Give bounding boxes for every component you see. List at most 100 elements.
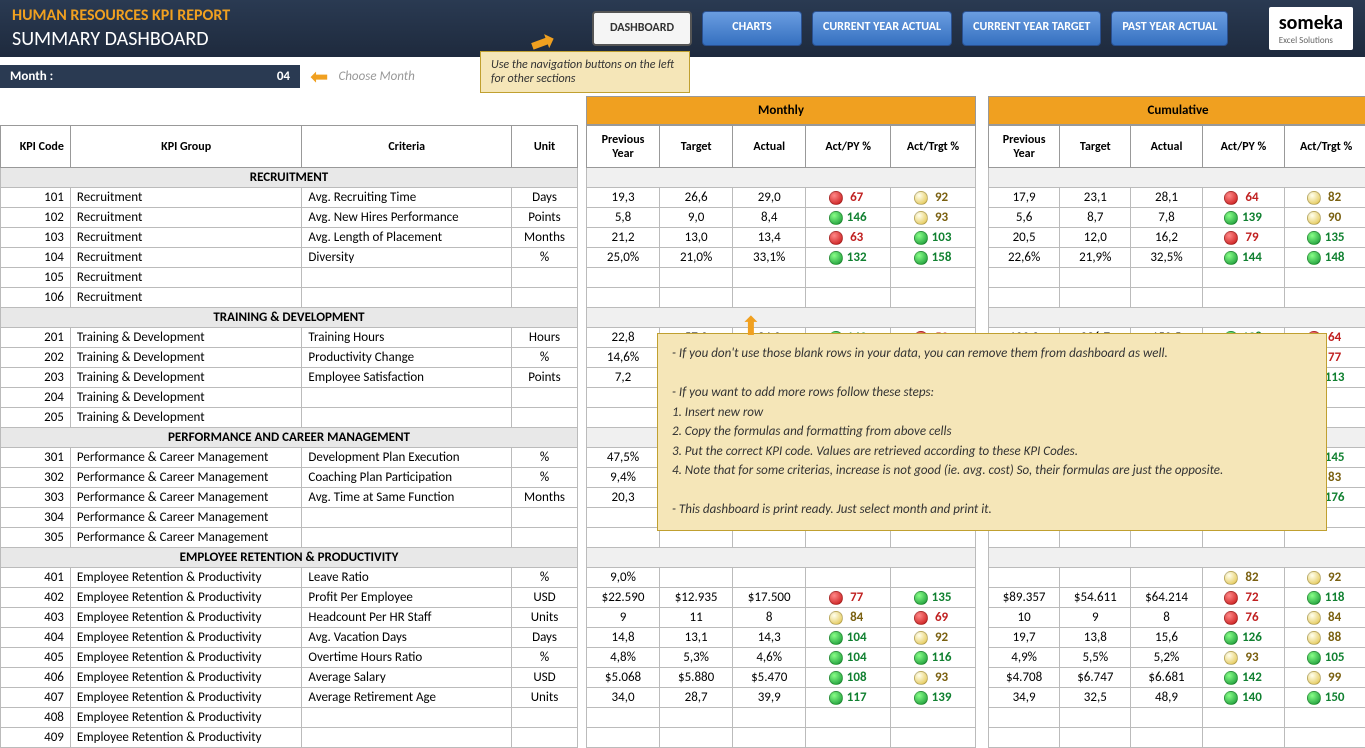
pct-cell: 135: [1285, 228, 1365, 248]
charts-button[interactable]: CHARTS: [702, 11, 802, 45]
col-c-actpy: Act/PY %: [1202, 126, 1285, 168]
pct-cell: 105: [1285, 648, 1365, 668]
col-c-actual: Actual: [1131, 126, 1202, 168]
val-cell: 4,8%: [587, 648, 660, 668]
val-cell: [1131, 268, 1202, 288]
table-row: [989, 728, 1365, 748]
val-cell: 14,3: [733, 628, 806, 648]
val-cell: 28,7: [660, 688, 733, 708]
table-row: 105Recruitment: [1, 268, 578, 288]
val-cell: [733, 528, 806, 548]
pct-cell: 108: [806, 668, 891, 688]
val-cell: $22.590: [587, 588, 660, 608]
group-header: PERFORMANCE AND CAREER MANAGEMENT: [1, 428, 578, 448]
val-cell: [660, 268, 733, 288]
val-cell: [989, 528, 1060, 548]
val-cell: 13,1: [660, 628, 733, 648]
val-cell: 39,9: [733, 688, 806, 708]
pct-cell: 63: [806, 228, 891, 248]
val-cell: $5.880: [660, 668, 733, 688]
table-row: 406Employee Retention & ProductivityAver…: [1, 668, 578, 688]
val-cell: [733, 288, 806, 308]
pct-cell: 90: [1285, 208, 1365, 228]
table-row: 34,028,739,9117139: [587, 688, 976, 708]
pct-cell: 118: [1285, 588, 1365, 608]
table-row: 201Training & DevelopmentTraining HoursH…: [1, 328, 578, 348]
val-cell: 5,2%: [1131, 648, 1202, 668]
col-m-py: Previous Year: [587, 126, 660, 168]
pct-cell: 64: [1202, 188, 1285, 208]
val-cell: 4,9%: [989, 648, 1060, 668]
val-cell: [660, 288, 733, 308]
table-row: 8292: [989, 568, 1365, 588]
val-cell: [587, 408, 660, 428]
table-row: $89.357$54.611$64.21472118: [989, 588, 1365, 608]
col-criteria: Criteria: [302, 126, 512, 168]
nav-tip: Use the navigation buttons on the left f…: [480, 51, 690, 93]
val-cell: $54.611: [1060, 588, 1131, 608]
table-row: 204Training & Development: [1, 388, 578, 408]
spacer-row: [587, 168, 976, 188]
val-cell: [989, 568, 1060, 588]
val-cell: [660, 728, 733, 748]
val-cell: 13,0: [660, 228, 733, 248]
table-row: 9,0%: [587, 568, 976, 588]
table-row: 102RecruitmentAvg. New Hires Performance…: [1, 208, 578, 228]
pct-cell: 126: [1202, 628, 1285, 648]
table-row: [989, 288, 1365, 308]
val-cell: [587, 388, 660, 408]
table-row: 91188469: [587, 608, 976, 628]
pct-cell: 77: [806, 588, 891, 608]
pct-cell: 139: [1202, 208, 1285, 228]
table-row: 407Employee Retention & ProductivityAver…: [1, 688, 578, 708]
table-row: 303Performance & Career ManagementAvg. T…: [1, 488, 578, 508]
val-cell: 25,0%: [587, 248, 660, 268]
val-cell: [1131, 728, 1202, 748]
spacer-row: [989, 168, 1365, 188]
val-cell: 32,5: [1060, 688, 1131, 708]
pct-cell: 140: [1202, 688, 1285, 708]
val-cell: 8: [733, 608, 806, 628]
val-cell: 22,6%: [989, 248, 1060, 268]
val-cell: $12.935: [660, 588, 733, 608]
pct-cell: 88: [1285, 628, 1365, 648]
spacer-row: [587, 548, 976, 568]
dashboard-button[interactable]: DASHBOARD: [592, 11, 692, 45]
val-cell: [1131, 528, 1202, 548]
table-row: 21,213,013,463103: [587, 228, 976, 248]
pct-cell: 99: [1285, 668, 1365, 688]
table-row: 402Employee Retention & ProductivityProf…: [1, 588, 578, 608]
report-title: HUMAN RESOURCES KPI REPORT: [12, 6, 572, 25]
cy-actual-button[interactable]: CURRENT YEAR ACTUAL: [812, 11, 952, 45]
val-cell: 14,6%: [587, 348, 660, 368]
val-cell: 16,2: [1131, 228, 1202, 248]
table-row: $22.590$12.935$17.50077135: [587, 588, 976, 608]
val-cell: 19,7: [989, 628, 1060, 648]
val-cell: [989, 728, 1060, 748]
table-row: 25,0%21,0%33,1%132158: [587, 248, 976, 268]
col-c-target: Target: [1060, 126, 1131, 168]
val-cell: 23,1: [1060, 188, 1131, 208]
val-cell: [587, 728, 660, 748]
val-cell: [660, 708, 733, 728]
val-cell: 14,8: [587, 628, 660, 648]
val-cell: 9,0: [660, 208, 733, 228]
arrow-left-icon: ⬅: [310, 63, 328, 90]
pct-cell: 148: [1285, 248, 1365, 268]
val-cell: [989, 288, 1060, 308]
table-row: $4.708$6.747$6.68114299: [989, 668, 1365, 688]
table-row: 401Employee Retention & ProductivityLeav…: [1, 568, 578, 588]
table-row: 409Employee Retention & Productivity: [1, 728, 578, 748]
cy-target-button[interactable]: CURRENT YEAR TARGET: [962, 11, 1101, 45]
month-selector[interactable]: Month : 04: [0, 65, 300, 88]
month-row: Month : 04 ⬅ Choose Month Use the naviga…: [0, 57, 1365, 96]
val-cell: 9,4%: [587, 468, 660, 488]
table-row: [989, 528, 1365, 548]
pct-cell: 82: [1285, 188, 1365, 208]
val-cell: 29,0: [733, 188, 806, 208]
val-cell: [587, 708, 660, 728]
py-actual-button[interactable]: PAST YEAR ACTUAL: [1111, 11, 1228, 45]
val-cell: 9: [587, 608, 660, 628]
val-cell: $89.357: [989, 588, 1060, 608]
pct-cell: 135: [891, 588, 976, 608]
